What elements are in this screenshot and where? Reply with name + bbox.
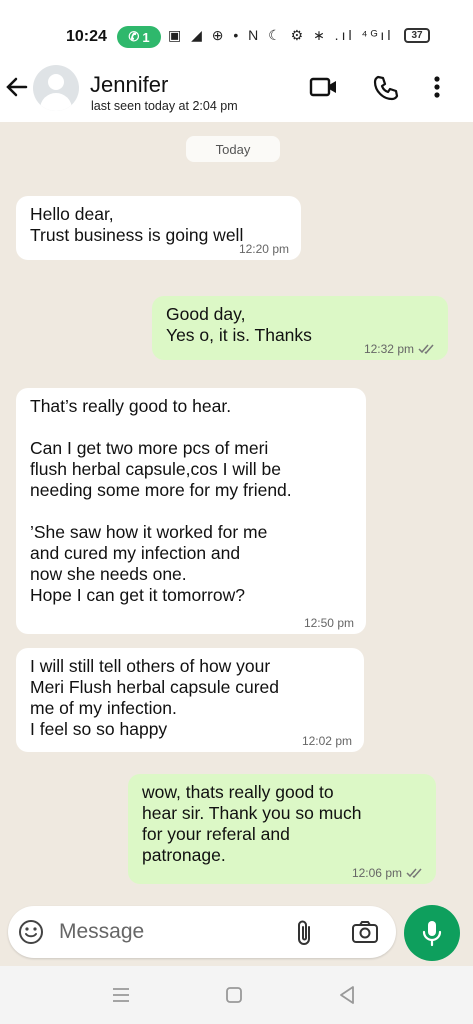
- contact-name[interactable]: Jennifer: [90, 72, 168, 98]
- status-icons: ▣ ◢ ⊕ • N ☾ ⚙ ∗ .ıl ⁴ᴳıl: [168, 27, 394, 43]
- avatar-body-icon: [40, 93, 72, 111]
- back-nav-icon[interactable]: [338, 985, 356, 1010]
- message-bubble-outgoing[interactable]: wow, thats really good to hear sir. Than…: [128, 774, 436, 884]
- message-input-bar[interactable]: Message: [8, 906, 396, 958]
- voice-record-button[interactable]: [404, 905, 460, 961]
- message-text: Hello dear, Trust business is going well: [30, 204, 244, 245]
- battery-icon: 37: [404, 28, 430, 43]
- double-check-icon: [418, 344, 434, 354]
- message-time: 12:06 pm: [351, 866, 402, 880]
- message-bubble-outgoing[interactable]: Good day, Yes o, it is. Thanks 12:32 pm: [152, 296, 448, 360]
- avatar[interactable]: [33, 65, 79, 111]
- double-check-icon: [406, 868, 422, 878]
- last-seen-status: last seen today at 2:04 pm: [91, 99, 238, 113]
- message-time: 12:50 pm: [303, 616, 354, 630]
- message-text: That’s really good to hear. Can I get tw…: [30, 396, 292, 605]
- message-text: Good day, Yes o, it is. Thanks: [166, 304, 312, 345]
- voice-call-icon[interactable]: [372, 74, 400, 107]
- phone-icon: ✆: [128, 29, 140, 44]
- message-time: 12:20 pm: [238, 242, 289, 256]
- message-bubble-incoming[interactable]: That’s really good to hear. Can I get tw…: [16, 388, 366, 634]
- recent-apps-icon[interactable]: [111, 986, 131, 1009]
- back-arrow-icon[interactable]: [4, 74, 30, 105]
- attach-icon[interactable]: [294, 919, 316, 952]
- chat-header: Jennifer last seen today at 2:04 pm: [0, 60, 473, 123]
- message-time: 12:32 pm: [363, 342, 414, 356]
- message-input[interactable]: Message: [59, 920, 144, 944]
- status-bar: 10:24 ✆ 1 ▣ ◢ ⊕ • N ☾ ⚙ ∗ .ıl ⁴ᴳıl 37: [0, 0, 473, 60]
- video-call-icon[interactable]: [309, 74, 339, 105]
- microphone-icon: [422, 921, 442, 947]
- message-text: I will still tell others of how your Mer…: [30, 656, 280, 739]
- message-text: wow, thats really good to hear sir. Than…: [142, 782, 362, 865]
- call-indicator-pill: ✆ 1: [117, 26, 161, 48]
- chat-area[interactable]: Today Hello dear, Trust business is goin…: [0, 122, 473, 966]
- avatar-head-icon: [48, 74, 64, 90]
- message-time: 12:02 pm: [301, 734, 352, 748]
- date-chip: Today: [186, 136, 280, 162]
- camera-icon[interactable]: [351, 920, 379, 949]
- home-icon[interactable]: [225, 986, 243, 1009]
- more-options-icon[interactable]: [432, 74, 442, 105]
- system-nav-bar: [0, 966, 473, 1024]
- pill-count: 1: [142, 29, 150, 45]
- emoji-icon[interactable]: [18, 919, 44, 950]
- status-time: 10:24: [66, 28, 107, 45]
- message-bubble-incoming[interactable]: Hello dear, Trust business is going well…: [16, 196, 301, 260]
- message-bubble-incoming[interactable]: I will still tell others of how your Mer…: [16, 648, 364, 752]
